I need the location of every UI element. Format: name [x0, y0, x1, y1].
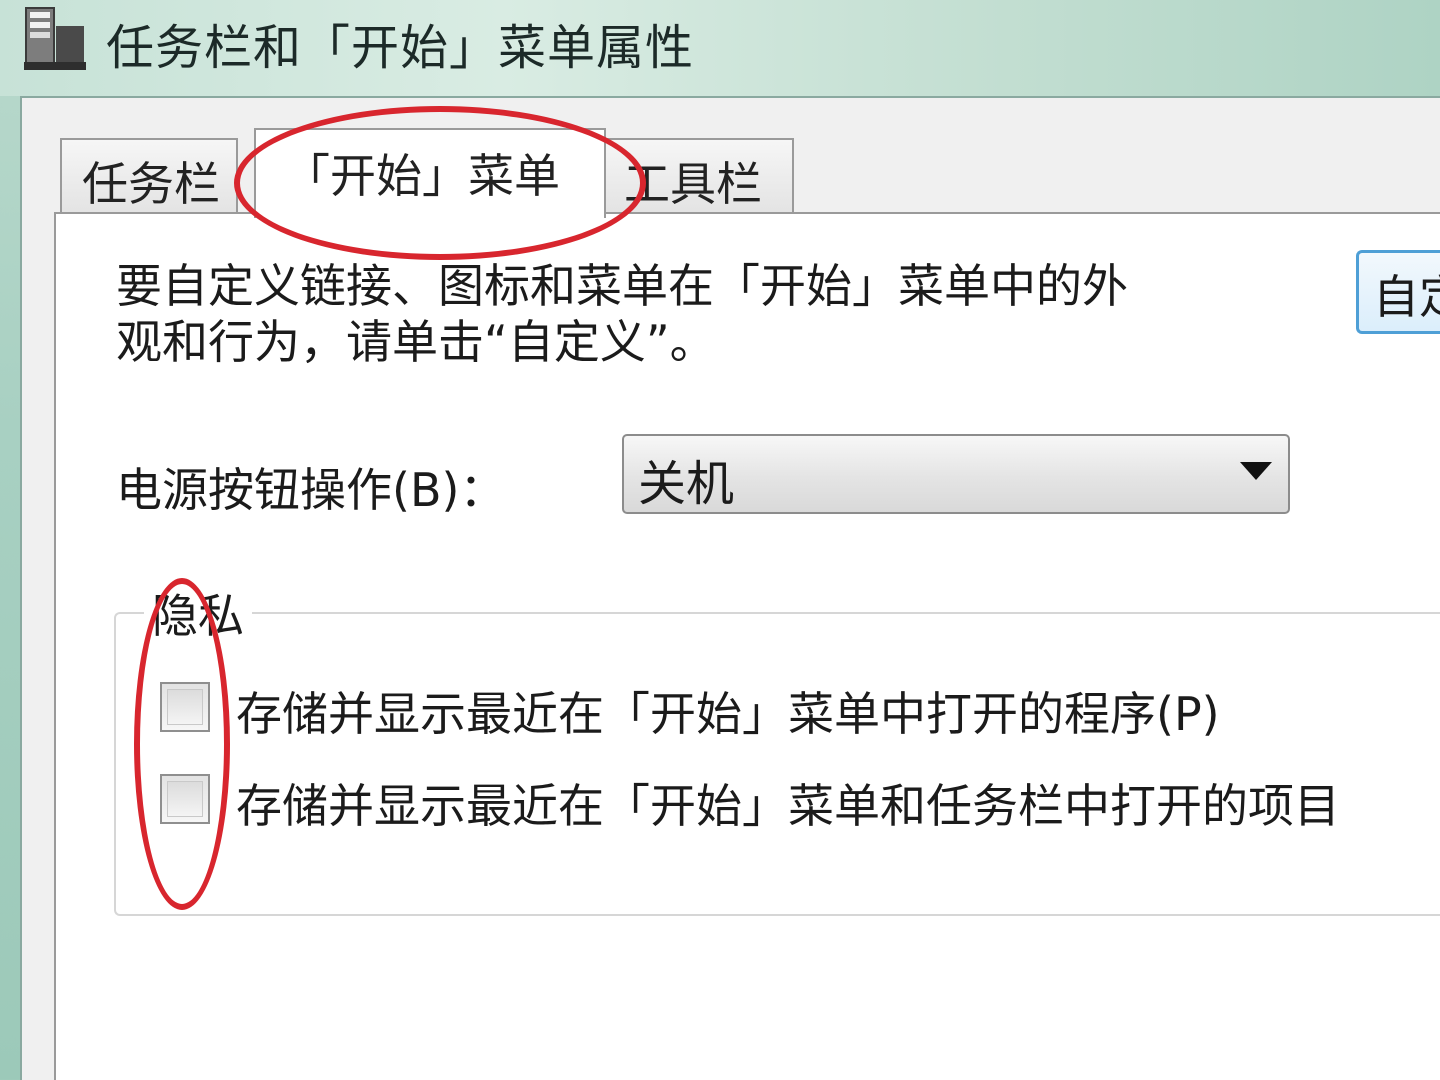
dialog-body: 任务栏 「开始」菜单 工具栏 要自定义链接、图标和菜单在「开始」菜单中的外 观和… [20, 96, 1440, 1080]
chevron-down-icon [1240, 462, 1272, 480]
tab-start-menu[interactable]: 「开始」菜单 [254, 128, 606, 218]
power-button-label: 电源按钮操作(B)： [116, 463, 506, 517]
tab-strip: 任务栏 「开始」菜单 工具栏 [22, 98, 1440, 218]
window-title: 任务栏和「开始」菜单属性 [106, 20, 695, 76]
start-menu-panel: 要自定义链接、图标和菜单在「开始」菜单中的外 观和行为，请单击“自定义”。 自定… [54, 212, 1440, 1080]
customize-description: 要自定义链接、图标和菜单在「开始」菜单中的外 观和行为，请单击“自定义”。 [116, 258, 1128, 370]
power-button-selected-value: 关机 [638, 456, 735, 512]
recent-items-checkbox[interactable] [160, 774, 210, 824]
privacy-groupbox: 隐私 存储并显示最近在「开始」菜单中打开的程序(P) 存储并显示最近在「开始」菜… [114, 580, 1440, 916]
customize-button[interactable]: 自定 [1356, 250, 1440, 334]
recent-programs-checkbox[interactable] [160, 682, 210, 732]
power-button-dropdown[interactable]: 关机 [622, 434, 1290, 514]
recent-items-label[interactable]: 存储并显示最近在「开始」菜单和任务栏中打开的项目 [236, 770, 1340, 836]
description-line-2: 观和行为，请单击“自定义”。 [116, 315, 716, 369]
description-line-1: 要自定义链接、图标和菜单在「开始」菜单中的外 [116, 259, 1128, 313]
title-bar: 任务栏和「开始」菜单属性 [0, 0, 1440, 96]
tab-toolbars[interactable]: 工具栏 [602, 138, 794, 214]
recent-programs-label[interactable]: 存储并显示最近在「开始」菜单中打开的程序(P) [236, 678, 1220, 744]
taskbar-properties-icon [24, 7, 86, 70]
tab-taskbar[interactable]: 任务栏 [60, 138, 238, 214]
privacy-legend: 隐私 [144, 580, 252, 646]
